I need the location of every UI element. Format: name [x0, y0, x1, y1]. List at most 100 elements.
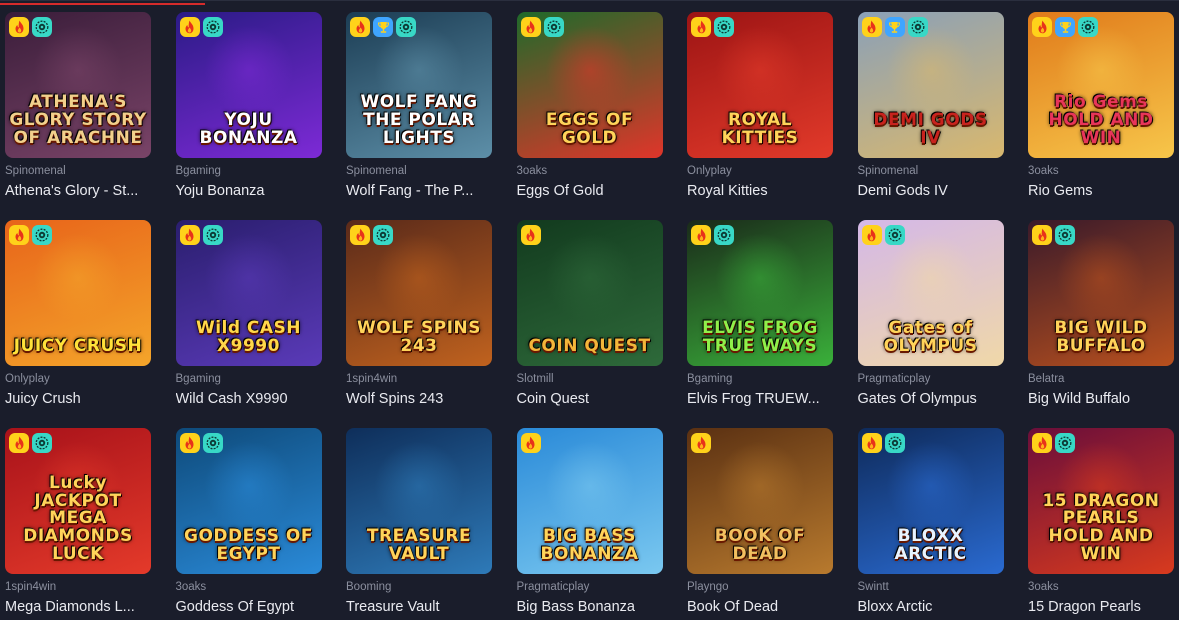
game-card[interactable]: ROYAL KITTIES Onlyplay Royal Kitties [687, 12, 833, 212]
game-name[interactable]: Coin Quest [517, 391, 663, 407]
game-provider: Onlyplay [5, 373, 50, 385]
game-thumbnail[interactable]: YOJU BONANZA [175, 12, 322, 158]
game-name[interactable]: 15 Dragon Pearls [1028, 599, 1174, 615]
game-name[interactable]: Book Of Dead [687, 599, 833, 615]
game-thumbnail[interactable]: ELVIS FROG TRUE WAYS [687, 220, 833, 366]
game-name[interactable]: Athena's Glory - St... [5, 183, 151, 199]
game-card[interactable]: JUICY CRUSH Onlyplay Juicy Crush [5, 220, 151, 420]
badge-group [9, 433, 52, 453]
game-name[interactable]: Gates Of Olympus [858, 391, 1004, 407]
game-card[interactable]: Wild CASH X9990 Bgaming Wild Cash X9990 [175, 220, 322, 420]
game-logo-text: Wild CASH X9990 [195, 318, 302, 357]
provably-fair-icon [202, 17, 223, 37]
game-artwork [885, 441, 976, 532]
flame-icon [1032, 225, 1052, 245]
game-name[interactable]: Treasure Vault [346, 599, 492, 615]
game-logo-text: Rio Gems HOLD AND WIN [1048, 92, 1154, 149]
game-logo-text: Lucky JACKPOT MEGA DIAMONDS LUCK [23, 472, 133, 565]
game-provider: Slotmill [516, 373, 554, 385]
game-name[interactable]: Juicy Crush [5, 391, 151, 407]
game-card[interactable]: YOJU BONANZA Bgaming Yoju Bonanza [175, 12, 322, 212]
game-thumbnail[interactable]: DEMI GODS IV [857, 12, 1004, 158]
game-thumbnail[interactable]: BIG WILD BUFFALO [1028, 220, 1174, 366]
game-card[interactable]: BOOK OF DEAD Playngo Book Of Dead [687, 428, 833, 620]
game-thumbnail[interactable]: COIN QUEST [516, 220, 663, 366]
game-provider: Swintt [857, 581, 889, 593]
game-card[interactable]: BLOXX ARCTIC Swintt Bloxx Arctic [857, 428, 1004, 620]
game-name[interactable]: Royal Kitties [687, 183, 833, 199]
game-card[interactable]: TREASURE VAULT Booming Treasure Vault [346, 428, 492, 620]
badge-group [520, 225, 541, 245]
game-thumbnail[interactable]: WOLF FANG THE POLAR LIGHTS [346, 12, 492, 158]
game-name[interactable]: Goddess Of Egypt [176, 599, 322, 615]
game-name[interactable]: Wolf Fang - The P... [346, 183, 492, 199]
provably-fair-icon [396, 17, 416, 37]
game-thumbnail[interactable]: BLOXX ARCTIC [857, 428, 1004, 574]
game-provider: Bgaming [175, 165, 221, 177]
flame-icon [861, 433, 882, 453]
game-name[interactable]: Mega Diamonds L... [5, 599, 151, 615]
flame-icon [9, 433, 29, 453]
game-artwork [203, 25, 294, 116]
game-logo-text: BIG WILD BUFFALO [1054, 318, 1148, 357]
badge-group [691, 433, 711, 453]
game-thumbnail[interactable]: EGGS OF GOLD [516, 12, 663, 158]
game-thumbnail[interactable]: ATHENA'S GLORY STORY OF ARACHNE [5, 12, 151, 158]
game-artwork [33, 233, 123, 324]
game-artwork [885, 233, 976, 324]
game-name[interactable]: Bloxx Arctic [858, 599, 1004, 615]
game-card[interactable]: WOLF SPINS 243 1spin4win Wolf Spins 243 [346, 220, 492, 420]
game-name[interactable]: Yoju Bonanza [176, 183, 322, 199]
game-thumbnail[interactable]: JUICY CRUSH [5, 220, 151, 366]
game-thumbnail[interactable]: WOLF SPINS 243 [346, 220, 492, 366]
game-card[interactable]: 15 DRAGON PEARLS HOLD AND WIN 3oaks 15 Dra… [1028, 428, 1174, 620]
game-provider: Booming [346, 581, 392, 593]
provably-fair-icon [884, 225, 905, 245]
game-card[interactable]: GODDESS OF EGYPT 3oaks Goddess Of Egypt [175, 428, 322, 620]
game-card[interactable]: ELVIS FROG TRUE WAYS Bgaming Elvis Frog TR… [687, 220, 833, 420]
game-logo-text: COIN QUEST [528, 336, 651, 357]
game-name[interactable]: Rio Gems [1028, 183, 1174, 199]
game-thumbnail[interactable]: 15 DRAGON PEARLS HOLD AND WIN [1028, 428, 1174, 574]
game-provider: Bgaming [687, 373, 733, 385]
game-thumbnail[interactable]: Wild CASH X9990 [175, 220, 322, 366]
provably-fair-icon [907, 17, 928, 37]
flame-icon [520, 17, 541, 37]
game-card[interactable]: BIG WILD BUFFALO Belatra Big Wild Buffalo [1028, 220, 1174, 420]
game-card[interactable]: Lucky JACKPOT MEGA DIAMONDS LUCK 1spin4wi… [5, 428, 151, 620]
game-thumbnail[interactable]: Gates of OLYMPUS [857, 220, 1004, 366]
game-logo-text: EGGS OF GOLD [545, 110, 634, 149]
game-card[interactable]: Rio Gems HOLD AND WIN 3oaks Rio Gems [1028, 12, 1174, 212]
trophy-icon [884, 17, 905, 37]
game-thumbnail[interactable]: BIG BASS BONANZA [516, 428, 663, 574]
game-name[interactable]: Big Wild Buffalo [1028, 391, 1174, 407]
game-artwork [203, 441, 294, 532]
game-name[interactable]: Eggs Of Gold [517, 183, 663, 199]
game-card[interactable]: DEMI GODS IV Spinomenal Demi Gods IV [857, 12, 1004, 212]
badge-group [861, 17, 928, 37]
game-thumbnail[interactable]: BOOK OF DEAD [687, 428, 833, 574]
game-thumbnail[interactable]: ROYAL KITTIES [687, 12, 833, 158]
game-card[interactable]: EGGS OF GOLD 3oaks Eggs Of Gold [516, 12, 663, 212]
game-thumbnail[interactable]: Rio Gems HOLD AND WIN [1028, 12, 1174, 158]
game-card[interactable]: Gates of OLYMPUS Pragmaticplay Gates Of Ol… [857, 220, 1004, 420]
game-provider: Spinomenal [5, 165, 66, 177]
game-card[interactable]: ATHENA'S GLORY STORY OF ARACHNE Spinomena… [5, 12, 151, 212]
badge-group [9, 17, 52, 37]
game-name[interactable]: Wolf Spins 243 [346, 391, 492, 407]
game-name[interactable]: Demi Gods IV [858, 183, 1004, 199]
game-logo-text: WOLF SPINS 243 [356, 318, 482, 357]
game-card[interactable]: BIG BASS BONANZA Pragmaticplay Big Bass Bo… [516, 428, 663, 620]
game-provider: Playngo [687, 581, 729, 593]
game-name[interactable]: Wild Cash X9990 [176, 391, 322, 407]
game-artwork [1056, 233, 1146, 324]
game-thumbnail[interactable]: TREASURE VAULT [346, 428, 492, 574]
game-thumbnail[interactable]: Lucky JACKPOT MEGA DIAMONDS LUCK [5, 428, 151, 574]
games-grid: ATHENA'S GLORY STORY OF ARACHNE Spinomena… [5, 12, 1174, 620]
game-card[interactable]: WOLF FANG THE POLAR LIGHTS Spinomenal Wolf… [346, 12, 492, 212]
game-card[interactable]: COIN QUEST Slotmill Coin Quest [516, 220, 663, 420]
game-name[interactable]: Elvis Frog TRUEW... [687, 391, 833, 407]
game-logo-text: BIG BASS BONANZA [540, 526, 639, 565]
game-thumbnail[interactable]: GODDESS OF EGYPT [175, 428, 322, 574]
game-name[interactable]: Big Bass Bonanza [517, 599, 663, 615]
